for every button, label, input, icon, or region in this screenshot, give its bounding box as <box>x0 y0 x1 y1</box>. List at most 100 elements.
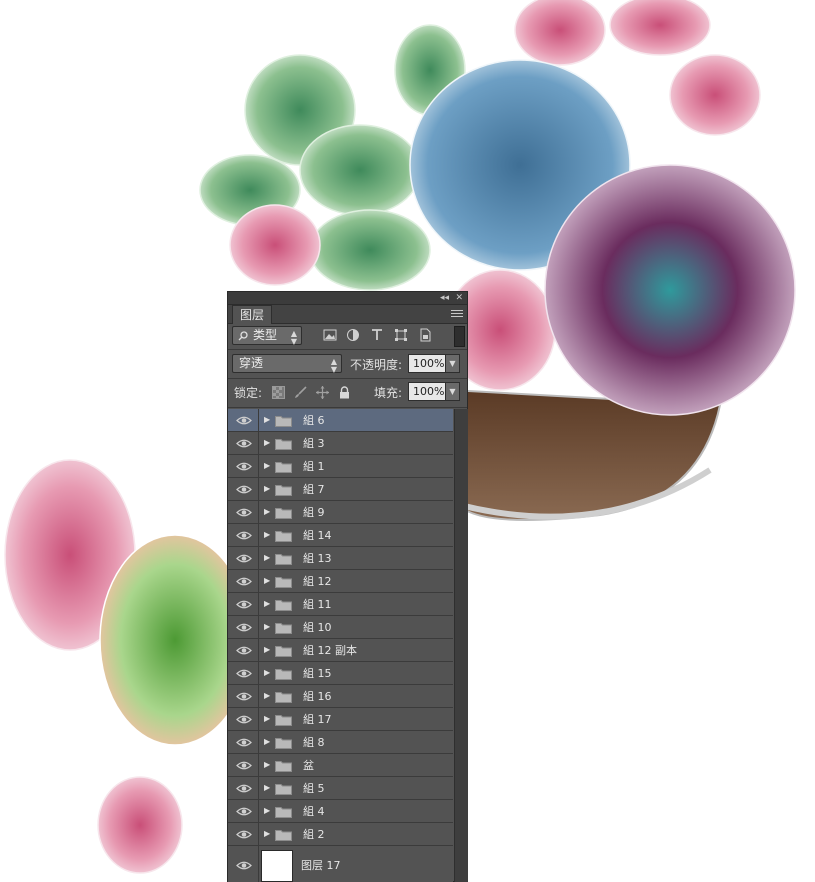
expand-triangle-icon[interactable]: ▶ <box>264 667 270 679</box>
tab-layers[interactable]: 图层 <box>232 305 273 324</box>
layer-row-pixel[interactable]: 图层 17 <box>228 846 453 882</box>
layer-row-group[interactable]: ▶ 組 6 <box>228 409 453 432</box>
layer-name[interactable]: 組 9 <box>303 501 325 524</box>
smart-object-filter-icon[interactable] <box>418 328 432 342</box>
layer-row-group[interactable]: ▶ 組 5 <box>228 777 453 800</box>
visibility-eye-icon[interactable] <box>236 806 252 817</box>
expand-triangle-icon[interactable]: ▶ <box>264 506 270 518</box>
layer-row-group[interactable]: ▶ 組 1 <box>228 455 453 478</box>
filter-kind-dropdown[interactable]: 类型 ▲ ▼ <box>232 326 302 346</box>
layer-row-group[interactable]: ▶ 組 10 <box>228 616 453 639</box>
panel-menu-icon[interactable] <box>451 308 463 318</box>
visibility-eye-icon[interactable] <box>236 415 252 426</box>
layer-name[interactable]: 盆 <box>303 754 314 777</box>
layer-name[interactable]: 組 7 <box>303 478 325 501</box>
layer-row-group[interactable]: ▶ 組 12 副本 <box>228 639 453 662</box>
lock-paint-icon[interactable] <box>294 386 307 399</box>
layer-name[interactable]: 組 13 <box>303 547 332 570</box>
expand-triangle-icon[interactable]: ▶ <box>264 483 270 495</box>
expand-triangle-icon[interactable]: ▶ <box>264 437 270 449</box>
expand-triangle-icon[interactable]: ▶ <box>264 621 270 633</box>
layer-name[interactable]: 組 14 <box>303 524 332 547</box>
layer-row-group[interactable]: ▶ 組 3 <box>228 432 453 455</box>
visibility-eye-icon[interactable] <box>236 507 252 518</box>
opacity-slider-toggle[interactable]: ▼ <box>445 354 460 373</box>
layer-row-group[interactable]: ▶ 組 7 <box>228 478 453 501</box>
visibility-eye-icon[interactable] <box>236 553 252 564</box>
layer-row-group[interactable]: ▶ 組 4 <box>228 800 453 823</box>
shape-filter-icon[interactable] <box>394 328 408 342</box>
expand-triangle-icon[interactable]: ▶ <box>264 782 270 794</box>
expand-triangle-icon[interactable]: ▶ <box>264 690 270 702</box>
layer-row-group[interactable]: ▶ 組 16 <box>228 685 453 708</box>
visibility-eye-icon[interactable] <box>236 783 252 794</box>
opacity-input[interactable]: 100% <box>408 354 446 373</box>
lock-all-icon[interactable] <box>338 386 351 399</box>
panel-titlebar[interactable]: ◂◂ ✕ <box>228 292 467 305</box>
blend-mode-dropdown[interactable]: 穿透 ▲ ▼ <box>232 354 342 374</box>
visibility-eye-icon[interactable] <box>236 737 252 748</box>
layer-name[interactable]: 組 15 <box>303 662 332 685</box>
layer-row-group[interactable]: ▶ 組 8 <box>228 731 453 754</box>
visibility-eye-icon[interactable] <box>236 760 252 771</box>
layer-name[interactable]: 組 12 副本 <box>303 639 357 662</box>
lock-position-icon[interactable] <box>316 386 329 399</box>
layer-name[interactable]: 組 17 <box>303 708 332 731</box>
close-panel-icon[interactable]: ✕ <box>455 292 463 304</box>
expand-triangle-icon[interactable]: ▶ <box>264 736 270 748</box>
layer-thumbnail[interactable] <box>261 850 293 882</box>
layer-name[interactable]: 組 1 <box>303 455 325 478</box>
layer-name[interactable]: 組 11 <box>303 593 332 616</box>
layer-row-group[interactable]: ▶ 組 12 <box>228 570 453 593</box>
visibility-eye-icon[interactable] <box>236 668 252 679</box>
visibility-eye-icon[interactable] <box>236 714 252 725</box>
visibility-eye-icon[interactable] <box>236 645 252 656</box>
layer-list-scrollbar[interactable] <box>454 409 468 882</box>
layer-name[interactable]: 組 2 <box>303 823 325 846</box>
visibility-eye-icon[interactable] <box>236 484 252 495</box>
lock-transparent-icon[interactable] <box>272 386 285 399</box>
visibility-eye-icon[interactable] <box>236 576 252 587</box>
layer-name[interactable]: 組 4 <box>303 800 325 823</box>
layer-name[interactable]: 图层 17 <box>301 846 341 882</box>
expand-triangle-icon[interactable]: ▶ <box>264 759 270 771</box>
layer-name[interactable]: 組 5 <box>303 777 325 800</box>
visibility-eye-icon[interactable] <box>236 438 252 449</box>
expand-triangle-icon[interactable]: ▶ <box>264 575 270 587</box>
layer-name[interactable]: 組 8 <box>303 731 325 754</box>
layer-row-group[interactable]: ▶ 組 2 <box>228 823 453 846</box>
expand-triangle-icon[interactable]: ▶ <box>264 598 270 610</box>
layer-row-group[interactable]: ▶ 組 11 <box>228 593 453 616</box>
layer-row-group[interactable]: ▶ 組 9 <box>228 501 453 524</box>
visibility-eye-icon[interactable] <box>236 599 252 610</box>
collapse-panel-icon[interactable]: ◂◂ <box>440 292 449 304</box>
adjustment-filter-icon[interactable] <box>346 328 360 342</box>
expand-triangle-icon[interactable]: ▶ <box>264 414 270 426</box>
layer-name[interactable]: 組 6 <box>303 409 325 432</box>
expand-triangle-icon[interactable]: ▶ <box>264 552 270 564</box>
expand-triangle-icon[interactable]: ▶ <box>264 644 270 656</box>
layer-name[interactable]: 組 3 <box>303 432 325 455</box>
layer-name[interactable]: 組 16 <box>303 685 332 708</box>
visibility-eye-icon[interactable] <box>236 530 252 541</box>
layer-row-group[interactable]: ▶ 盆 <box>228 754 453 777</box>
layer-row-group[interactable]: ▶ 組 17 <box>228 708 453 731</box>
visibility-eye-icon[interactable] <box>236 691 252 702</box>
layer-row-group[interactable]: ▶ 組 13 <box>228 547 453 570</box>
expand-triangle-icon[interactable]: ▶ <box>264 713 270 725</box>
visibility-eye-icon[interactable] <box>236 622 252 633</box>
layer-row-group[interactable]: ▶ 組 14 <box>228 524 453 547</box>
visibility-eye-icon[interactable] <box>236 829 252 840</box>
expand-triangle-icon[interactable]: ▶ <box>264 828 270 840</box>
fill-input[interactable]: 100% <box>408 382 446 401</box>
layer-name[interactable]: 組 10 <box>303 616 332 639</box>
layer-name[interactable]: 組 12 <box>303 570 332 593</box>
visibility-eye-icon[interactable] <box>236 461 252 472</box>
fill-slider-toggle[interactable]: ▼ <box>445 382 460 401</box>
expand-triangle-icon[interactable]: ▶ <box>264 460 270 472</box>
expand-triangle-icon[interactable]: ▶ <box>264 805 270 817</box>
expand-triangle-icon[interactable]: ▶ <box>264 529 270 541</box>
visibility-eye-icon[interactable] <box>236 860 252 871</box>
layer-row-group[interactable]: ▶ 組 15 <box>228 662 453 685</box>
filter-toggle-switch[interactable] <box>454 326 465 347</box>
